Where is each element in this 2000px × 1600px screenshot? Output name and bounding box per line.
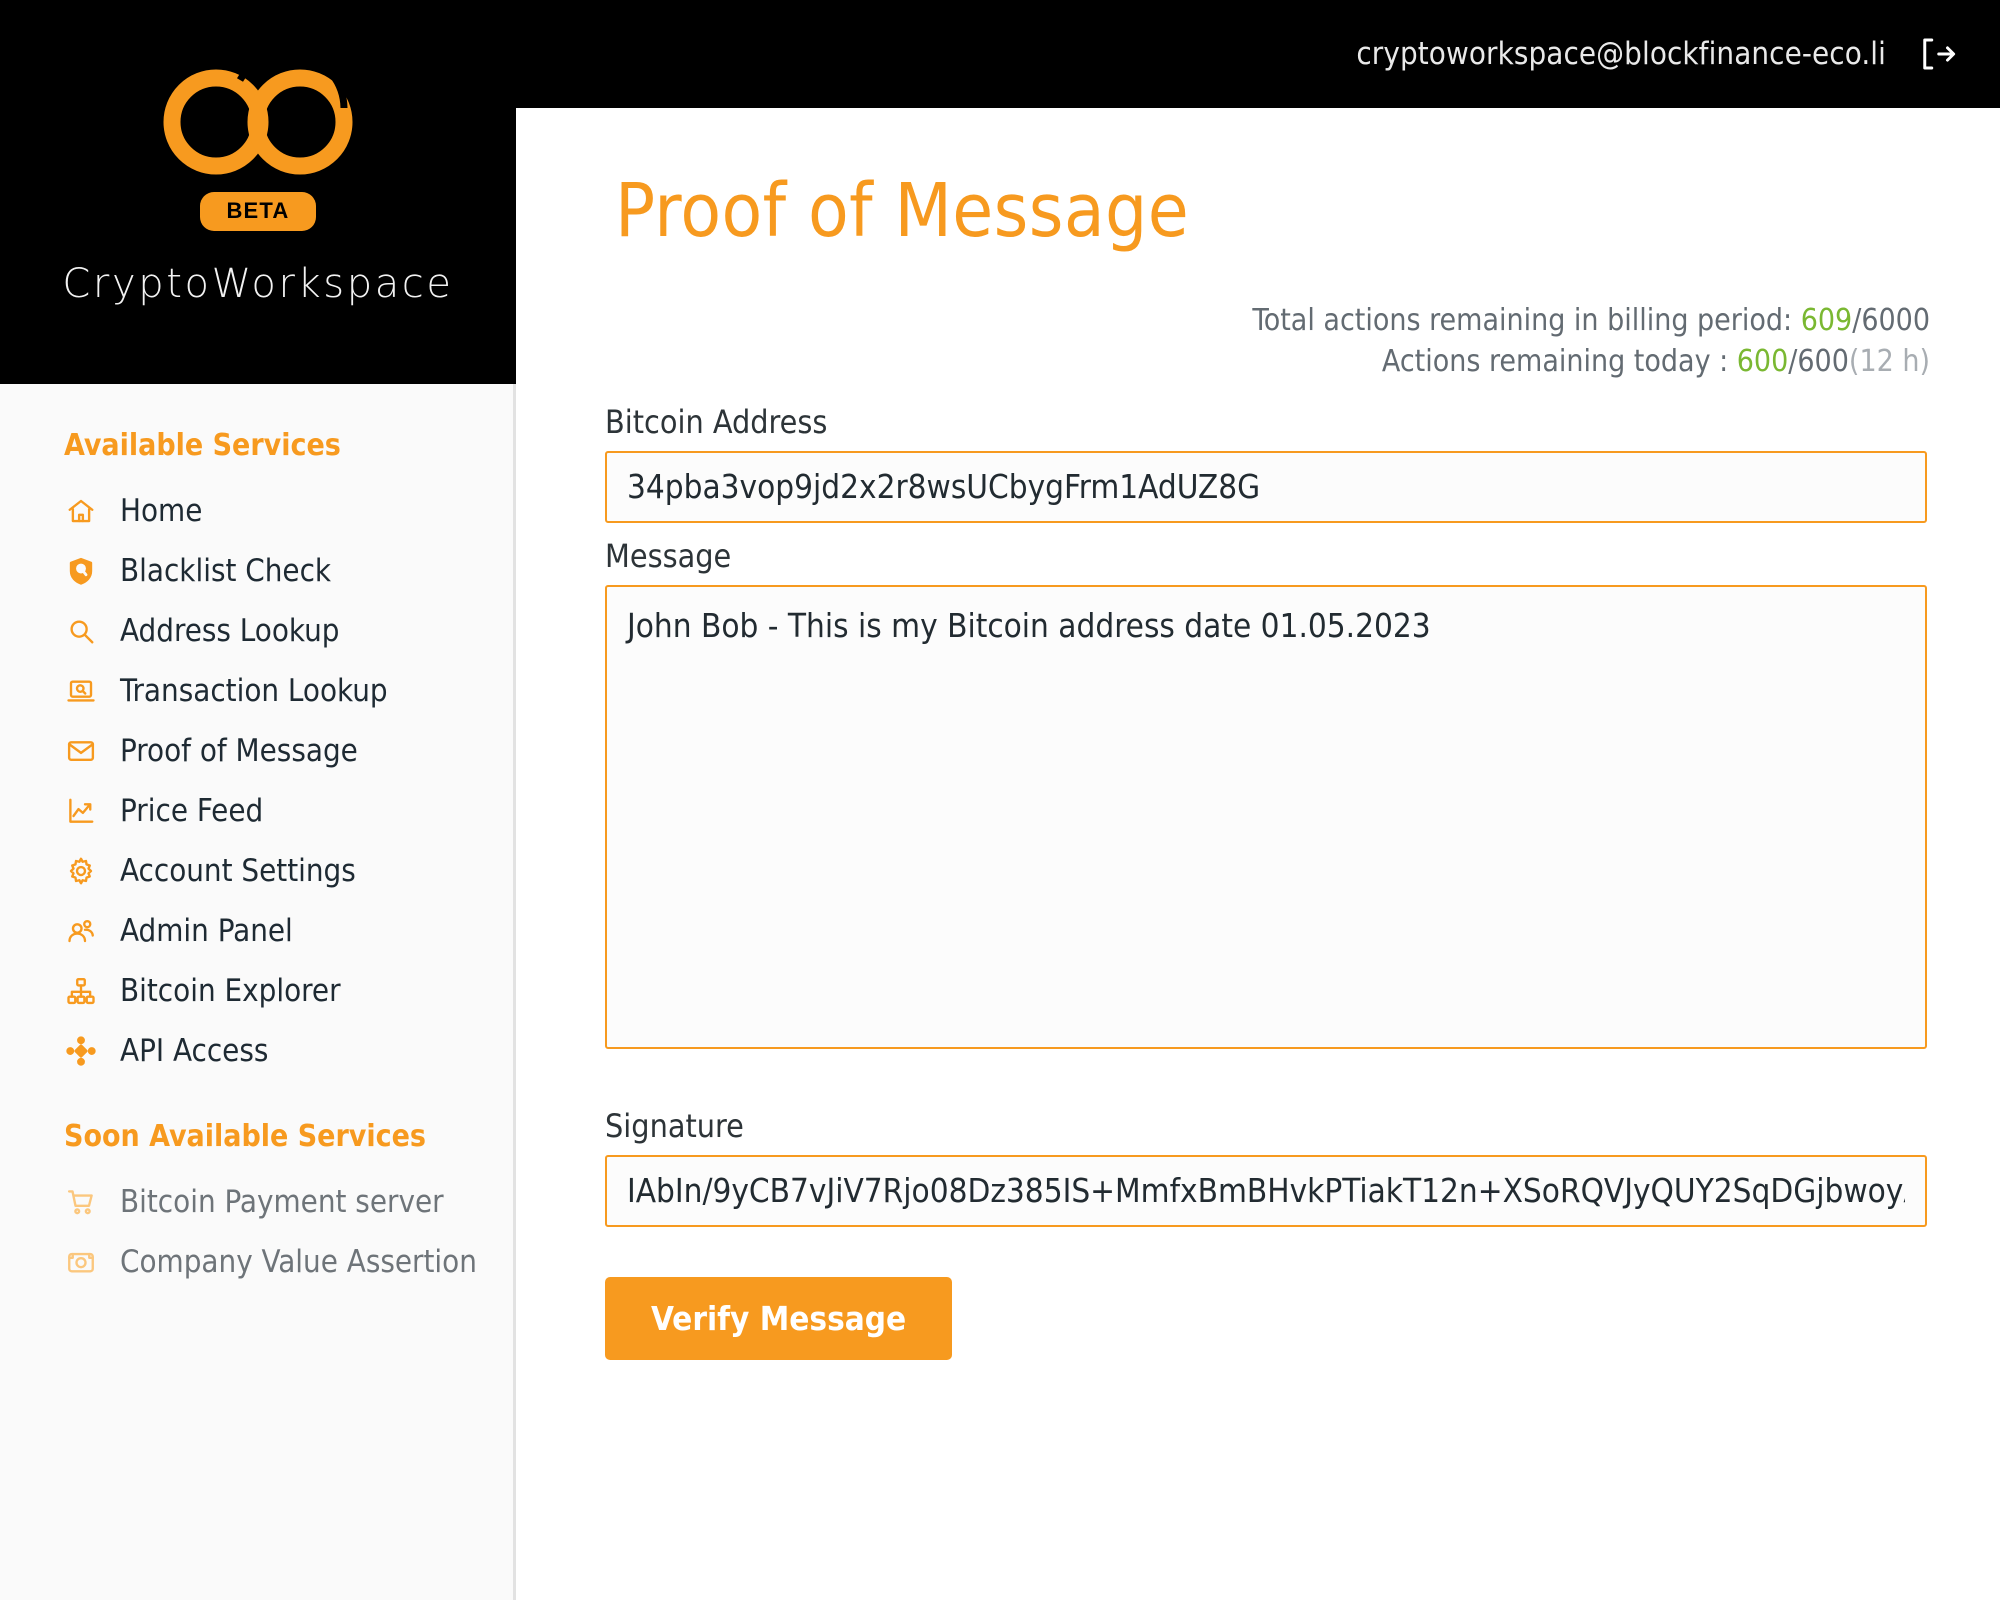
sidebar-item-label: Transaction Lookup <box>120 672 388 709</box>
quota-today-line: Actions remaining today : 600/600(12 h) <box>519 341 1930 382</box>
sidebar-available-list: Home Blacklist Check Address Lookup Tran… <box>0 463 513 1081</box>
diamond-nodes-icon <box>64 1034 98 1068</box>
sidebar: Available Services Home Blacklist Check … <box>0 384 516 1600</box>
sidebar-item-label: Home <box>120 492 203 529</box>
sidebar-item-home[interactable]: Home <box>0 481 513 541</box>
sidebar-item-price-feed[interactable]: Price Feed <box>0 781 513 841</box>
sidebar-item-label: Bitcoin Payment server <box>120 1183 444 1220</box>
main-content: Proof of Message Total actions remaining… <box>519 108 2000 1600</box>
sidebar-item-label: Address Lookup <box>120 612 340 649</box>
signature-spacer <box>605 1049 1930 1093</box>
quota-total-line: Total actions remaining in billing perio… <box>519 300 1930 341</box>
sidebar-item-proof-of-message[interactable]: Proof of Message <box>0 721 513 781</box>
line-chart-icon <box>64 794 98 828</box>
sidebar-item-label: Account Settings <box>120 852 356 889</box>
quota-today-limit: 600 <box>1797 344 1849 380</box>
signature-label: Signature <box>605 1106 744 1145</box>
app-root: cryptoworkspace@blockfinance-eco.li BETA… <box>0 0 2000 1600</box>
sidebar-item-label: Blacklist Check <box>120 552 332 589</box>
sidebar-item-transaction-lookup[interactable]: Transaction Lookup <box>0 661 513 721</box>
users-icon <box>64 914 98 948</box>
sidebar-heading-soon: Soon Available Services <box>64 1119 426 1154</box>
sidebar-item-bitcoin-explorer[interactable]: Bitcoin Explorer <box>0 961 513 1021</box>
message-label: Message <box>605 536 732 575</box>
sidebar-item-label: Bitcoin Explorer <box>120 972 341 1009</box>
proof-of-message-form: Bitcoin Address Message John Bob - This … <box>519 383 1940 1360</box>
sidebar-item-label: Proof of Message <box>120 732 358 769</box>
sidebar-item-blacklist-check[interactable]: Blacklist Check <box>0 541 513 601</box>
quota-block: Total actions remaining in billing perio… <box>519 254 1940 383</box>
verify-message-button[interactable]: Verify Message <box>605 1276 953 1360</box>
page-title: Proof of Message <box>615 168 1190 254</box>
sidebar-item-label: Price Feed <box>120 792 264 829</box>
quota-today-window: (12 h) <box>1848 344 1930 380</box>
infinity-logo-icon <box>148 49 368 178</box>
bitcoin-address-label: Bitcoin Address <box>605 402 828 441</box>
search-icon <box>64 614 98 648</box>
sidebar-heading-available: Available Services <box>64 428 341 463</box>
quota-total-prefix: Total actions remaining in billing perio… <box>1252 303 1801 338</box>
bitcoin-address-input[interactable] <box>605 450 1927 523</box>
shopping-cart-icon <box>64 1185 98 1219</box>
shield-search-icon <box>64 554 98 588</box>
brand-panel: BETA CryptoWorkspace <box>0 0 516 384</box>
quota-today-used: 600 <box>1736 344 1789 380</box>
sidebar-item-label: Admin Panel <box>120 912 293 949</box>
logout-icon[interactable] <box>1914 31 1960 77</box>
sidebar-item-admin-panel[interactable]: Admin Panel <box>0 901 513 961</box>
sidebar-soon-list: Bitcoin Payment server Company Value Ass… <box>0 1154 513 1292</box>
sidebar-item-bitcoin-payment-server: Bitcoin Payment server <box>0 1172 513 1232</box>
quota-total-sep: / <box>1852 303 1862 338</box>
account-email: cryptoworkspace@blockfinance-eco.li <box>1356 36 1886 72</box>
sidebar-item-account-settings[interactable]: Account Settings <box>0 841 513 901</box>
sidebar-item-api-access[interactable]: API Access <box>0 1021 513 1081</box>
sidebar-item-label: Company Value Assertion <box>120 1243 477 1280</box>
camera-icon <box>64 1245 98 1279</box>
quota-total-limit: 6000 <box>1861 303 1930 338</box>
message-textarea[interactable]: John Bob - This is my Bitcoin address da… <box>605 584 1927 1049</box>
sidebar-item-company-value-assertion: Company Value Assertion <box>0 1232 513 1292</box>
signature-input[interactable] <box>605 1154 1927 1227</box>
brand-name: CryptoWorkspace <box>62 261 454 307</box>
envelope-icon <box>64 734 98 768</box>
quota-today-prefix: Actions remaining today : <box>1381 344 1737 380</box>
quota-total-used: 609 <box>1800 303 1853 338</box>
sitemap-icon <box>64 974 98 1008</box>
home-icon <box>64 494 98 528</box>
gear-icon <box>64 854 98 888</box>
beta-badge: BETA <box>200 192 316 231</box>
sidebar-item-address-lookup[interactable]: Address Lookup <box>0 601 513 661</box>
sidebar-item-label: API Access <box>120 1032 269 1069</box>
laptop-search-icon <box>64 674 98 708</box>
